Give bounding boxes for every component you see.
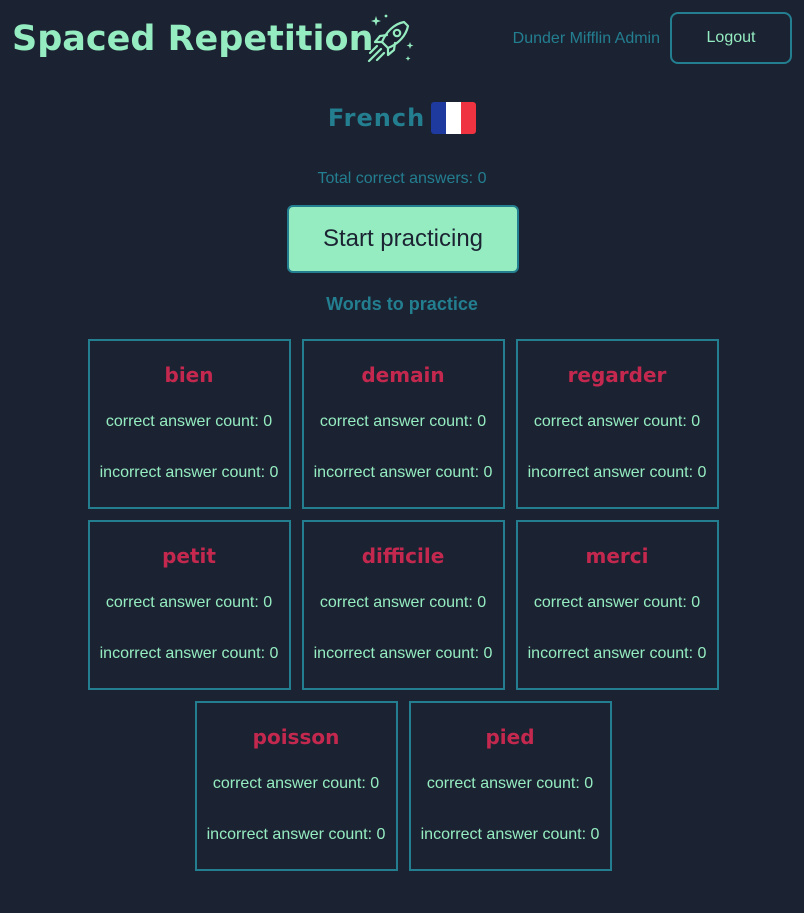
word-title: demain: [361, 363, 445, 387]
incorrect-count: incorrect answer count: 0: [313, 464, 493, 481]
correct-count: correct answer count: 0: [319, 594, 487, 611]
word-card: poisson correct answer count: 0 incorrec…: [194, 701, 398, 871]
logout-button[interactable]: Logout: [670, 12, 792, 64]
word-title: regarder: [567, 363, 667, 387]
word-title: petit: [162, 544, 216, 568]
france-flag-icon: [431, 102, 477, 134]
incorrect-count: incorrect answer count: 0: [99, 645, 279, 662]
correct-count: correct answer count: 0: [426, 775, 594, 792]
word-card-list: bien correct answer count: 0 incorrect a…: [87, 339, 719, 871]
word-card: merci correct answer count: 0 incorrect …: [515, 520, 719, 690]
word-card: demain correct answer count: 0 incorrect…: [301, 339, 505, 509]
language-title: French: [0, 100, 804, 136]
incorrect-count: incorrect answer count: 0: [99, 464, 279, 481]
flag-stripe-blue: [431, 102, 447, 134]
word-card: bien correct answer count: 0 incorrect a…: [87, 339, 291, 509]
word-card: pied correct answer count: 0 incorrect a…: [408, 701, 612, 871]
word-title: difficile: [361, 544, 445, 568]
correct-count: correct answer count: 0: [533, 413, 701, 430]
flag-stripe-red: [461, 102, 477, 134]
word-card: difficile correct answer count: 0 incorr…: [301, 520, 505, 690]
flag-stripe-white: [446, 102, 462, 134]
start-practicing-button[interactable]: Start practicing: [287, 205, 519, 273]
incorrect-count: incorrect answer count: 0: [206, 826, 386, 843]
language-name: French: [327, 104, 426, 132]
rocket-icon: [367, 14, 414, 63]
word-title: pied: [485, 725, 535, 749]
word-card: petit correct answer count: 0 incorrect …: [87, 520, 291, 690]
incorrect-count: incorrect answer count: 0: [527, 464, 707, 481]
word-title: poisson: [252, 725, 340, 749]
username-label: Dunder Mifflin Admin: [512, 30, 660, 47]
word-title: merci: [585, 544, 649, 568]
word-card: regarder correct answer count: 0 incorre…: [515, 339, 719, 509]
incorrect-count: incorrect answer count: 0: [313, 645, 493, 662]
app-title[interactable]: Spaced Repetition: [12, 14, 374, 64]
app-header: Spaced Repetition Dunder Mifflin Admin L…: [0, 0, 804, 80]
word-title: bien: [164, 363, 214, 387]
total-correct-answers: Total correct answers: 0: [317, 170, 487, 187]
correct-count: correct answer count: 0: [105, 594, 273, 611]
words-to-practice-heading: Words to practice: [326, 294, 478, 314]
incorrect-count: incorrect answer count: 0: [420, 826, 600, 843]
correct-count: correct answer count: 0: [533, 594, 701, 611]
correct-count: correct answer count: 0: [105, 413, 273, 430]
incorrect-count: incorrect answer count: 0: [527, 645, 707, 662]
correct-count: correct answer count: 0: [319, 413, 487, 430]
correct-count: correct answer count: 0: [212, 775, 380, 792]
